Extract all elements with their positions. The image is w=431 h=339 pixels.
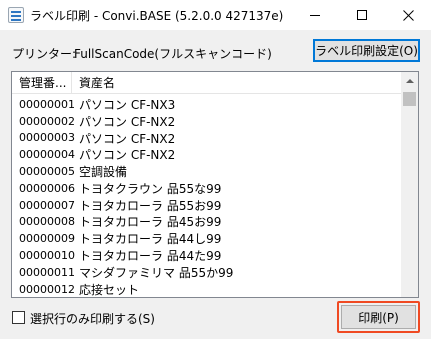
table-row[interactable]: 00000009 トヨタカローラ 品44し99 xyxy=(12,230,403,247)
asset-id-cell: 00000007 xyxy=(19,198,75,212)
asset-id-cell: 00000005 xyxy=(19,165,75,179)
window-title: ラベル印刷 - Convi.BASE (5.2.0.0 427137e) xyxy=(30,9,284,23)
close-button[interactable] xyxy=(385,0,431,30)
asset-name-cell: 応接セット xyxy=(79,282,140,297)
asset-id-cell: 00000002 xyxy=(19,114,75,128)
label-print-window: ラベル印刷 - Convi.BASE (5.2.0.0 427137e) プリン… xyxy=(0,0,431,339)
printer-label: プリンター: xyxy=(12,47,77,61)
vertical-scrollbar[interactable] xyxy=(401,72,418,297)
asset-name-cell: トヨタカローラ 品44た99 xyxy=(79,249,222,264)
asset-name-cell: パソコン CF-NX2 xyxy=(79,114,176,129)
asset-id-cell: 00000001 xyxy=(19,97,75,111)
asset-name-cell: パソコン CF-NX2 xyxy=(79,131,176,146)
table-row[interactable]: 00000003 パソコン CF-NX2 xyxy=(12,130,403,147)
asset-name-cell: トヨタカローラ 品45お99 xyxy=(79,215,222,230)
maximize-icon xyxy=(357,10,367,20)
scrollbar-thumb[interactable] xyxy=(403,92,416,106)
title-bar: ラベル印刷 - Convi.BASE (5.2.0.0 427137e) xyxy=(0,0,431,30)
table-row[interactable]: 00000010 トヨタカローラ 品44た99 xyxy=(12,247,403,264)
asset-id-cell: 00000009 xyxy=(19,232,75,246)
asset-id-cell: 00000004 xyxy=(19,148,75,162)
asset-id-cell: 00000006 xyxy=(19,181,75,195)
asset-name-cell: 空調設備 xyxy=(79,165,128,180)
table-row[interactable]: 00000005 空調設備 xyxy=(12,163,403,180)
label-print-settings-button[interactable]: ラベル印刷設定(O) xyxy=(313,39,420,62)
table-row[interactable]: 00000011 マシダファミリマ 品55か99 xyxy=(12,264,403,281)
asset-name-cell: トヨタカローラ 品55お99 xyxy=(79,198,222,213)
list-header: 管理番... 資産名 xyxy=(12,72,403,94)
print-button[interactable]: 印刷(P) xyxy=(341,305,416,329)
close-icon xyxy=(402,9,414,21)
asset-name-cell: トヨタクラウン 品55な99 xyxy=(79,181,222,196)
only-selected-checkbox[interactable] xyxy=(12,311,25,324)
maximize-button[interactable] xyxy=(339,0,385,30)
table-row[interactable]: 00000012 応接セット xyxy=(12,281,403,297)
table-row[interactable]: 00000008 トヨタカローラ 品45お99 xyxy=(12,214,403,231)
asset-name-cell: パソコン CF-NX2 xyxy=(79,148,176,163)
table-row[interactable]: 00000007 トヨタカローラ 品55お99 xyxy=(12,197,403,214)
asset-id-cell: 00000010 xyxy=(19,249,75,263)
scroll-up-icon[interactable] xyxy=(401,72,418,89)
table-row[interactable]: 00000006 トヨタクラウン 品55な99 xyxy=(12,180,403,197)
table-row[interactable]: 00000004 パソコン CF-NX2 xyxy=(12,146,403,163)
asset-id-cell: 00000012 xyxy=(19,282,75,296)
asset-id-cell: 00000011 xyxy=(19,265,75,279)
minimize-button[interactable] xyxy=(292,0,338,30)
minimize-icon xyxy=(310,14,320,16)
asset-id-cell: 00000003 xyxy=(19,131,75,145)
table-row[interactable]: 00000002 パソコン CF-NX2 xyxy=(12,113,403,130)
table-row[interactable]: 00000001 パソコン CF-NX3 xyxy=(12,96,403,113)
asset-id-cell: 00000008 xyxy=(19,215,75,229)
column-header-id[interactable]: 管理番... xyxy=(12,72,72,94)
asset-name-cell: 業務用机 KL-330 xyxy=(72,297,172,298)
asset-name-cell: マシダファミリマ 品55か99 xyxy=(79,265,234,280)
asset-name-cell: パソコン CF-NX3 xyxy=(79,97,176,112)
list-rows: 00000001 パソコン CF-NX3 00000002 パソコン CF-NX2 00… xyxy=(12,96,403,298)
printer-name: FullScanCode(フルスキャンコード) xyxy=(74,47,272,61)
column-header-name[interactable]: 資産名 xyxy=(72,72,372,94)
app-icon xyxy=(8,7,24,23)
asset-list[interactable]: 管理番... 資産名 00000001 パソコン CF-NX3 00000002 パソ… xyxy=(11,71,419,298)
only-selected-label[interactable]: 選択行のみ印刷する(S) xyxy=(30,310,155,327)
asset-name-cell: トヨタカローラ 品44し99 xyxy=(79,232,222,247)
